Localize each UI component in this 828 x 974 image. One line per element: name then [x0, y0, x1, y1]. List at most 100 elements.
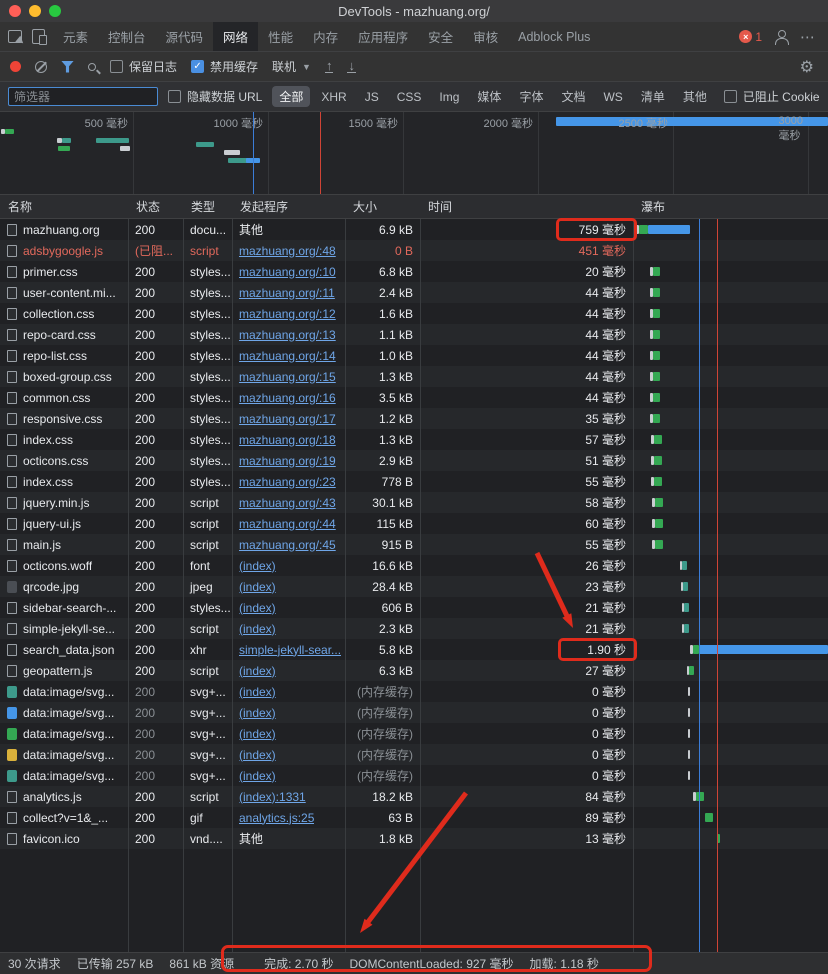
column-header-2[interactable]: 状态: [128, 198, 183, 215]
initiator-link[interactable]: (index): [239, 769, 276, 783]
initiator-link[interactable]: mazhuang.org/:12: [239, 307, 336, 321]
initiator-link[interactable]: mazhuang.org/:14: [239, 349, 336, 363]
filter-pill-全部[interactable]: 全部: [272, 86, 310, 107]
filter-pill-XHR[interactable]: XHR: [314, 88, 353, 106]
initiator-link[interactable]: (index): [239, 748, 276, 762]
table-row[interactable]: simple-jekyll-se...200script(index)2.3 k…: [0, 618, 828, 639]
initiator-link[interactable]: mazhuang.org/:11: [239, 286, 335, 300]
initiator-link[interactable]: mazhuang.org/:44: [239, 517, 336, 531]
initiator-link[interactable]: mazhuang.org/:10: [239, 265, 336, 279]
table-row[interactable]: octicons.woff200font(index)16.6 kB26 毫秒: [0, 555, 828, 576]
table-row[interactable]: responsive.css200styles...mazhuang.org/:…: [0, 408, 828, 429]
table-row[interactable]: favicon.ico200vnd....其他1.8 kB13 毫秒: [0, 828, 828, 849]
tab-控制台[interactable]: 控制台: [98, 22, 156, 51]
initiator-link[interactable]: mazhuang.org/:16: [239, 391, 336, 405]
initiator-link[interactable]: simple-jekyll-sear...: [239, 643, 341, 657]
initiator-link[interactable]: (index): [239, 601, 276, 615]
column-header-5[interactable]: 大小: [345, 198, 420, 215]
initiator-link[interactable]: mazhuang.org/:43: [239, 496, 336, 510]
filter-pill-其他[interactable]: 其他: [676, 86, 714, 107]
column-header-4[interactable]: 发起程序: [232, 198, 345, 215]
error-badge[interactable]: × 1: [739, 30, 762, 44]
table-row[interactable]: index.css200styles...mazhuang.org/:181.3…: [0, 429, 828, 450]
clear-icon[interactable]: [35, 61, 47, 73]
table-row[interactable]: main.js200scriptmazhuang.org/:45915 B55 …: [0, 534, 828, 555]
table-row[interactable]: repo-list.css200styles...mazhuang.org/:1…: [0, 345, 828, 366]
initiator-link[interactable]: mazhuang.org/:18: [239, 433, 336, 447]
initiator-link[interactable]: mazhuang.org/:23: [239, 475, 336, 489]
initiator-link[interactable]: mazhuang.org/:17: [239, 412, 336, 426]
table-row[interactable]: qrcode.jpg200jpeg(index)28.4 kB23 毫秒: [0, 576, 828, 597]
tab-应用程序[interactable]: 应用程序: [348, 22, 418, 51]
table-row[interactable]: boxed-group.css200styles...mazhuang.org/…: [0, 366, 828, 387]
minimize-button[interactable]: [29, 5, 41, 17]
tab-网络[interactable]: 网络: [213, 22, 258, 51]
table-row[interactable]: user-content.mi...200styles...mazhuang.o…: [0, 282, 828, 303]
table-row[interactable]: mazhuang.org200docu...其他6.9 kB759 毫秒: [0, 219, 828, 240]
blocked-cookies-checkbox[interactable]: [724, 90, 737, 103]
tab-审核[interactable]: 审核: [463, 22, 508, 51]
filter-pill-JS[interactable]: JS: [358, 88, 386, 106]
initiator-link[interactable]: (index):1331: [239, 790, 306, 804]
table-row[interactable]: geopattern.js200script(index)6.3 kB27 毫秒: [0, 660, 828, 681]
initiator-link[interactable]: mazhuang.org/:15: [239, 370, 336, 384]
profile-icon[interactable]: [774, 30, 788, 44]
filter-pill-CSS[interactable]: CSS: [390, 88, 429, 106]
table-row[interactable]: data:image/svg...200svg+...(index)(内存缓存)…: [0, 765, 828, 786]
table-row[interactable]: data:image/svg...200svg+...(index)(内存缓存)…: [0, 723, 828, 744]
search-icon[interactable]: [88, 63, 96, 71]
import-har-icon[interactable]: ↑: [325, 60, 334, 73]
filter-input[interactable]: [8, 87, 158, 106]
table-row[interactable]: data:image/svg...200svg+...(index)(内存缓存)…: [0, 681, 828, 702]
device-toolbar-icon[interactable]: [32, 29, 45, 44]
tab-内存[interactable]: 内存: [303, 22, 348, 51]
table-row[interactable]: search_data.json200xhrsimple-jekyll-sear…: [0, 639, 828, 660]
disable-cache-checkbox[interactable]: [191, 60, 204, 73]
table-row[interactable]: data:image/svg...200svg+...(index)(内存缓存)…: [0, 702, 828, 723]
tab-Adblock Plus[interactable]: Adblock Plus: [508, 22, 600, 51]
table-row[interactable]: sidebar-search-...200styles...(index)606…: [0, 597, 828, 618]
tab-源代码[interactable]: 源代码: [156, 22, 214, 51]
inspect-element-icon[interactable]: [8, 30, 22, 43]
column-header-1[interactable]: 名称: [0, 198, 128, 215]
table-row[interactable]: adsbygoogle.js(已阻...scriptmazhuang.org/:…: [0, 240, 828, 261]
initiator-link[interactable]: (index): [239, 580, 276, 594]
table-row[interactable]: analytics.js200script(index):133118.2 kB…: [0, 786, 828, 807]
table-row[interactable]: octicons.css200styles...mazhuang.org/:19…: [0, 450, 828, 471]
record-button[interactable]: [10, 61, 21, 72]
initiator-link[interactable]: mazhuang.org/:48: [239, 244, 336, 258]
initiator-link[interactable]: (index): [239, 559, 276, 573]
tab-安全[interactable]: 安全: [418, 22, 463, 51]
network-overview[interactable]: 500 毫秒1000 毫秒1500 毫秒2000 毫秒2500 毫秒3000 毫…: [0, 112, 828, 195]
tab-元素[interactable]: 元素: [53, 22, 98, 51]
filter-pill-媒体[interactable]: 媒体: [470, 86, 508, 107]
throttling-select[interactable]: 联机 ▼: [272, 58, 311, 75]
table-row[interactable]: data:image/svg...200svg+...(index)(内存缓存)…: [0, 744, 828, 765]
initiator-link[interactable]: (index): [239, 664, 276, 678]
initiator-link[interactable]: (index): [239, 727, 276, 741]
initiator-link[interactable]: mazhuang.org/:13: [239, 328, 336, 342]
table-row[interactable]: repo-card.css200styles...mazhuang.org/:1…: [0, 324, 828, 345]
table-row[interactable]: jquery-ui.js200scriptmazhuang.org/:44115…: [0, 513, 828, 534]
filter-icon[interactable]: [61, 61, 74, 73]
column-header-3[interactable]: 类型: [183, 198, 232, 215]
table-row[interactable]: common.css200styles...mazhuang.org/:163.…: [0, 387, 828, 408]
filter-pill-Img[interactable]: Img: [432, 88, 466, 106]
initiator-link[interactable]: (index): [239, 622, 276, 636]
export-har-icon[interactable]: ↓: [347, 60, 356, 73]
more-options-icon[interactable]: ⋯: [800, 28, 816, 46]
initiator-link[interactable]: mazhuang.org/:45: [239, 538, 336, 552]
zoom-button[interactable]: [49, 5, 61, 17]
table-row[interactable]: primer.css200styles...mazhuang.org/:106.…: [0, 261, 828, 282]
initiator-link[interactable]: analytics.js:25: [239, 811, 314, 825]
preserve-log-checkbox[interactable]: [110, 60, 123, 73]
table-row[interactable]: collection.css200styles...mazhuang.org/:…: [0, 303, 828, 324]
hide-data-urls-checkbox[interactable]: [168, 90, 181, 103]
filter-pill-清单[interactable]: 清单: [634, 86, 672, 107]
initiator-link[interactable]: mazhuang.org/:19: [239, 454, 336, 468]
initiator-link[interactable]: (index): [239, 685, 276, 699]
initiator-link[interactable]: (index): [239, 706, 276, 720]
column-header-6[interactable]: 时间: [420, 198, 633, 215]
table-row[interactable]: index.css200styles...mazhuang.org/:23778…: [0, 471, 828, 492]
filter-pill-字体[interactable]: 字体: [512, 86, 550, 107]
